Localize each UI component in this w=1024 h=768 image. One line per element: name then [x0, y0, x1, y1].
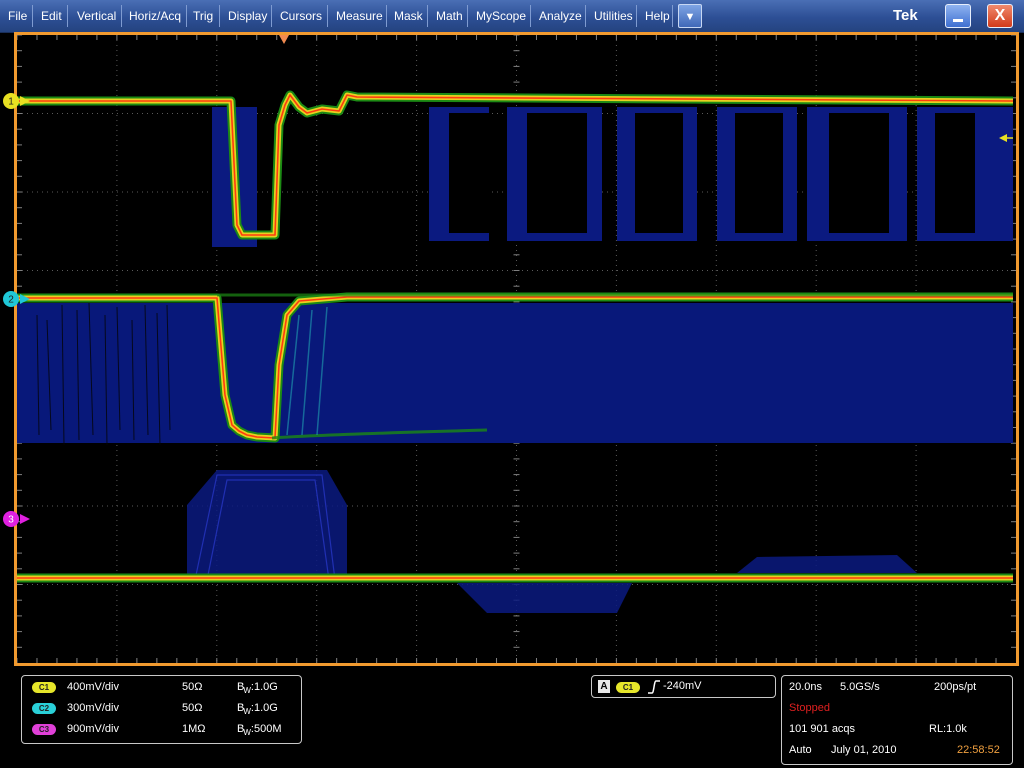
ch1-scale: 400mV/div	[67, 681, 119, 693]
tek-logo: Tek	[893, 7, 918, 24]
time-per-div: 20.0ns	[789, 681, 823, 693]
acquisition-time: 22:58:52	[957, 744, 1000, 756]
ch3-badge: C3	[32, 724, 56, 735]
menu-math[interactable]: Math	[436, 0, 463, 32]
ch2-impedance: 50Ω	[182, 702, 203, 714]
menu-display[interactable]: Display	[228, 0, 267, 32]
toolbar-ghost-text	[825, 10, 890, 20]
minimize-icon	[953, 19, 963, 22]
menu-utilities[interactable]: Utilities	[594, 0, 633, 32]
acquisition-readout-panel[interactable]: 20.0ns 5.0GS/s 200ps/pt Stopped 101 901 …	[781, 675, 1013, 765]
resolution: 200ps/pt	[934, 681, 977, 693]
menu-cursors[interactable]: Cursors	[280, 0, 322, 32]
chevron-down-icon[interactable]: ▼	[678, 4, 702, 28]
ch3-persistence	[187, 470, 917, 613]
menu-bar: File Edit Vertical Horiz/Acq Trig Displa…	[0, 0, 1024, 33]
ch2-readout[interactable]: C2 300mV/div 50Ω BW:1.0G	[22, 699, 303, 719]
channel-markers: 1 2 3	[3, 93, 30, 527]
waveform-display	[17, 35, 1016, 663]
trigger-position-marker[interactable]	[279, 35, 289, 44]
menu-analyze[interactable]: Analyze	[539, 0, 582, 32]
svg-text:1: 1	[8, 97, 14, 108]
ch1-bandwidth: BW:1.0G	[237, 681, 278, 695]
svg-text:3: 3	[8, 515, 14, 526]
oscilloscope-app: File Edit Vertical Horiz/Acq Trig Displa…	[0, 0, 1024, 768]
waveform-graticule[interactable]	[14, 32, 1019, 666]
trigger-mode-label: A	[598, 680, 610, 693]
record-length: RL:1.0k	[929, 723, 967, 735]
menu-edit[interactable]: Edit	[41, 0, 62, 32]
minimize-button[interactable]	[945, 4, 971, 28]
acquisition-status: Stopped	[789, 702, 830, 714]
menu-mask[interactable]: Mask	[394, 0, 423, 32]
ch3-readout[interactable]: C3 900mV/div 1MΩ BW:500M	[22, 720, 303, 740]
menu-vertical[interactable]: Vertical	[77, 0, 116, 32]
trigger-readout-panel[interactable]: A C1 -240mV	[591, 675, 776, 698]
ch2-marker[interactable]: 2	[3, 291, 30, 307]
ch2-scale: 300mV/div	[67, 702, 119, 714]
trigger-level: -240mV	[663, 680, 702, 692]
ch2-badge: C2	[32, 703, 56, 714]
menu-horiz-acq[interactable]: Horiz/Acq	[129, 0, 181, 32]
ch3-marker[interactable]: 3	[3, 511, 30, 527]
trigger-source-badge: C1	[616, 682, 640, 693]
ch1-impedance: 50Ω	[182, 681, 203, 693]
ch2-bandwidth: BW:1.0G	[237, 702, 278, 716]
rising-edge-icon	[648, 680, 660, 694]
ch3-scale: 900mV/div	[67, 723, 119, 735]
menu-myscope[interactable]: MyScope	[476, 0, 526, 32]
menu-help[interactable]: Help	[645, 0, 670, 32]
sample-rate: 5.0GS/s	[840, 681, 880, 693]
close-button[interactable]: X	[987, 4, 1013, 28]
ch2-persistence	[17, 303, 1013, 443]
svg-text:2: 2	[8, 295, 14, 306]
menu-trig[interactable]: Trig	[193, 0, 213, 32]
ch1-persistence	[212, 107, 1013, 247]
ch1-marker[interactable]: 1	[3, 93, 30, 109]
acquisition-count: 101 901 acqs	[789, 723, 856, 735]
ch1-badge: C1	[32, 682, 56, 693]
acquisition-date: July 01, 2010	[831, 744, 897, 756]
channel-readout-panel[interactable]: C1 400mV/div 50Ω BW:1.0G C2 300mV/div 50…	[21, 675, 302, 744]
ch1-readout[interactable]: C1 400mV/div 50Ω BW:1.0G	[22, 678, 303, 698]
menu-measure[interactable]: Measure	[336, 0, 383, 32]
trigger-mode: Auto	[789, 744, 812, 756]
ch3-impedance: 1MΩ	[182, 723, 206, 735]
ch3-bandwidth: BW:500M	[237, 723, 282, 737]
